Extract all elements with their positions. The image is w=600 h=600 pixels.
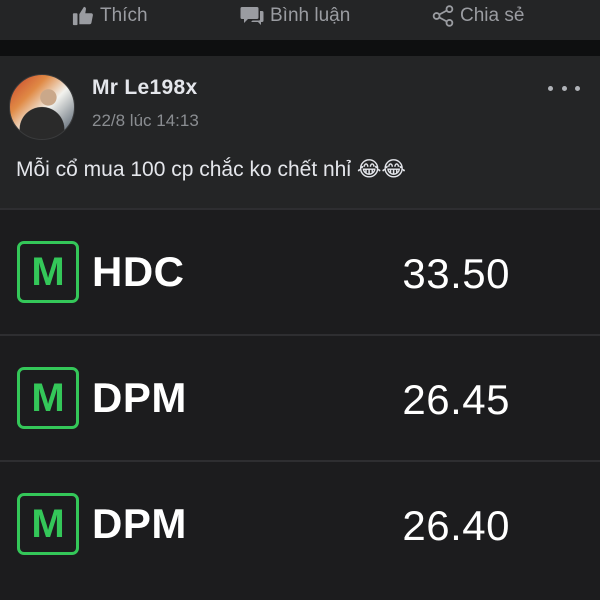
market-badge: M bbox=[17, 493, 79, 555]
comment-label: Bình luận bbox=[270, 5, 351, 26]
post-card: Mr Le198x 22/8 lúc 14:13 Mỗi cổ mua 100 … bbox=[0, 56, 600, 600]
stock-price: 26.45 bbox=[402, 376, 510, 423]
like-label: Thích bbox=[100, 5, 148, 26]
comment-icon bbox=[240, 5, 264, 27]
author-name[interactable]: Mr Le198x bbox=[92, 76, 197, 100]
stock-ticker: DPM bbox=[92, 374, 187, 421]
like-button[interactable]: Thích bbox=[72, 3, 148, 29]
previous-post-action-bar: Thích Bình luận Chia sẻ bbox=[0, 0, 600, 40]
stock-row: M DPM 26.40 bbox=[0, 460, 600, 584]
stock-ticker: HDC bbox=[92, 248, 185, 295]
share-label: Chia sẻ bbox=[460, 5, 525, 26]
post-text: Mỗi cổ mua 100 cp chắc ko chết nhỉ 😂😂 bbox=[16, 158, 406, 181]
share-button[interactable]: Chia sẻ bbox=[432, 3, 524, 29]
share-icon bbox=[432, 5, 454, 27]
thumbs-up-icon bbox=[72, 5, 94, 27]
stock-row: M HDC 33.50 bbox=[0, 208, 600, 332]
stock-ticker: DPM bbox=[92, 500, 187, 547]
post-timestamp[interactable]: 22/8 lúc 14:13 bbox=[92, 111, 199, 131]
market-badge: M bbox=[17, 241, 79, 303]
facebook-feed: Thích Bình luận Chia sẻ Mr Le198x 22/8 l… bbox=[0, 0, 600, 600]
more-options-icon[interactable] bbox=[548, 78, 580, 98]
avatar[interactable] bbox=[9, 74, 75, 140]
comment-button[interactable]: Bình luận bbox=[240, 3, 350, 29]
stock-price: 26.40 bbox=[402, 502, 510, 549]
stock-price: 33.50 bbox=[402, 250, 510, 297]
market-badge: M bbox=[17, 367, 79, 429]
stock-row: M DPM 26.45 bbox=[0, 334, 600, 458]
feed-separator bbox=[0, 40, 600, 56]
stock-list-image[interactable]: M HDC 33.50 M DPM 26.45 M DPM 26.40 bbox=[0, 208, 600, 600]
